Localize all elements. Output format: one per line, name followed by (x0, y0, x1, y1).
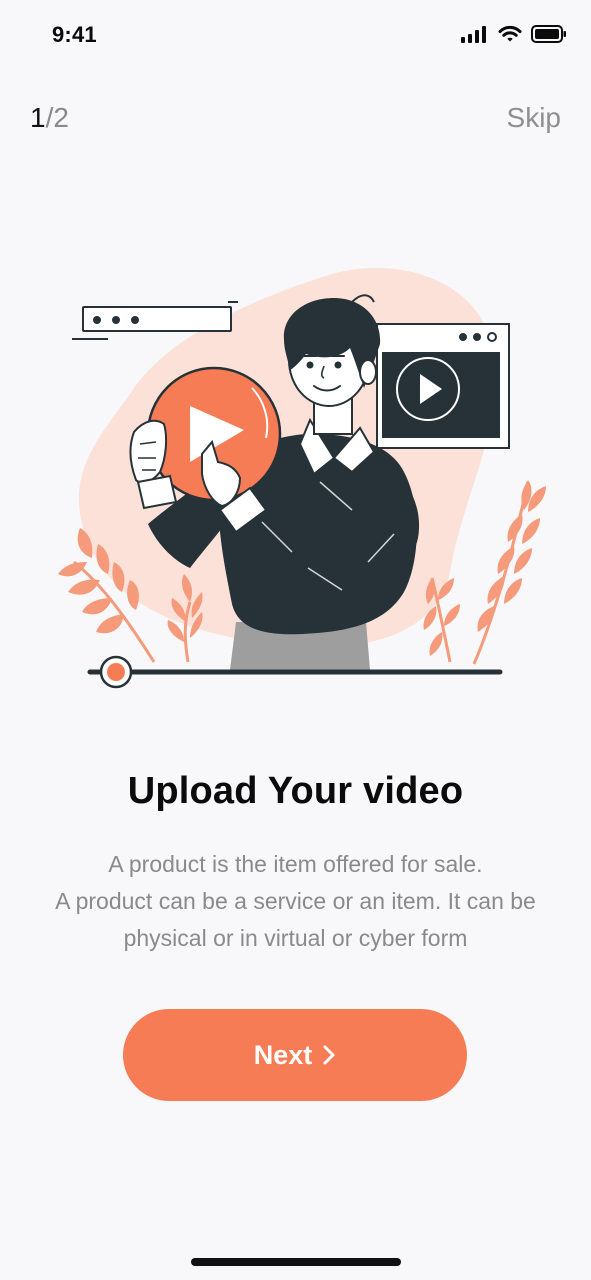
page-indicator: 1/2 (30, 102, 69, 134)
skip-button[interactable]: Skip (507, 102, 561, 134)
next-button[interactable]: Next (123, 1009, 467, 1101)
upload-video-illustration (52, 262, 552, 702)
description-line: A product is the item offered for sale. (108, 851, 483, 877)
description-line: A product can be a service or an item. I… (55, 888, 536, 914)
status-icons (461, 24, 567, 48)
cellular-signal-icon (461, 25, 489, 48)
description-line: physical or in virtual or cyber form (123, 925, 468, 951)
page-indicator-current: 1 (30, 102, 46, 133)
battery-icon (531, 24, 567, 48)
page-indicator-total: 2 (53, 102, 69, 133)
home-indicator (191, 1258, 401, 1266)
wifi-icon (497, 25, 523, 48)
illustration-svg (58, 267, 546, 689)
chevron-right-icon (322, 1044, 336, 1066)
next-button-label: Next (253, 1039, 313, 1070)
onboarding-top-nav: 1/2 Skip (0, 92, 591, 148)
onboarding-description: A product is the item offered for sale. … (26, 846, 565, 957)
status-bar: 9:41 (0, 0, 591, 72)
onboarding-title: Upload Your video (127, 770, 464, 812)
status-time: 9:41 (52, 22, 97, 47)
